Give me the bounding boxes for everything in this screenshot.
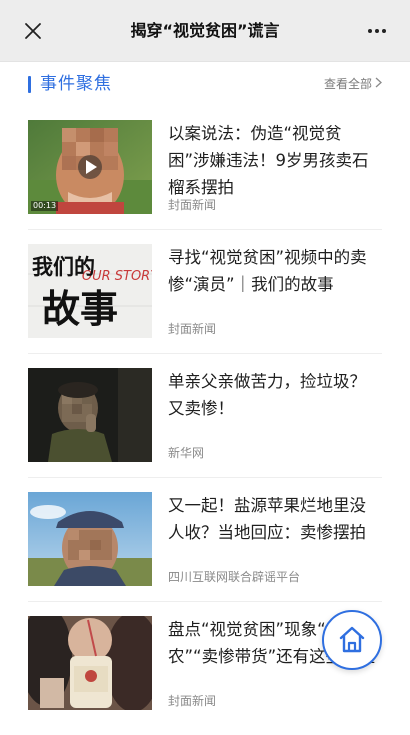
section-title: 事件聚焦 bbox=[40, 74, 112, 94]
news-source: 封面新闻 bbox=[168, 198, 217, 212]
news-source: 封面新闻 bbox=[168, 322, 217, 336]
more-dots-icon[interactable] bbox=[362, 16, 392, 46]
news-source: 封面新闻 bbox=[168, 694, 217, 708]
news-item[interactable]: 又一起！盐源苹果烂地里没人收？当地回应：卖惨摆拍 四川互联网联合辟谣平台 bbox=[28, 478, 382, 602]
news-source: 四川互联网联合辟谣平台 bbox=[168, 570, 301, 584]
home-button[interactable] bbox=[322, 610, 382, 670]
close-icon[interactable] bbox=[18, 16, 48, 46]
news-item[interactable]: 单亲父亲做苦力，捡垃圾？又卖惨！ 新华网 bbox=[28, 354, 382, 478]
photo-thumbnail bbox=[28, 368, 152, 462]
news-title: 单亲父亲做苦力，捡垃圾？又卖惨！ bbox=[168, 372, 366, 418]
view-all-label: 查看全部 bbox=[323, 77, 372, 91]
news-source: 新华网 bbox=[168, 446, 205, 460]
home-icon bbox=[339, 626, 365, 653]
page: 揭穿“视觉贫困”谎言 事件聚焦 查看全部 00:13 以案说法：伪造“视觉贫困”… bbox=[0, 0, 410, 735]
news-title: 以案说法：伪造“视觉贫困”涉嫌违法！9岁男孩卖石榴系摆拍 bbox=[168, 124, 369, 197]
news-title: 又一起！盐源苹果烂地里没人收？当地回应：卖惨摆拍 bbox=[168, 496, 366, 542]
news-title: 寻找“视觉贫困”视频中的卖惨“演员”｜我们的故事 bbox=[168, 248, 367, 294]
view-all-link[interactable]: 查看全部 bbox=[324, 62, 382, 106]
photo-thumbnail bbox=[28, 616, 152, 710]
chevron-right-icon bbox=[375, 62, 382, 106]
video-thumbnail: 00:13 bbox=[28, 120, 152, 214]
news-item[interactable]: OUR STORY 我们的 故事 寻找“视觉贫困”视频中的卖惨“演员”｜我们的故… bbox=[28, 230, 382, 354]
video-duration: 00:13 bbox=[31, 201, 59, 211]
section-accent-bar bbox=[28, 76, 31, 93]
section-header: 事件聚焦 查看全部 bbox=[28, 62, 382, 106]
graphic-thumbnail: OUR STORY 我们的 故事 bbox=[28, 244, 152, 338]
page-title: 揭穿“视觉贫困”谎言 bbox=[130, 21, 280, 40]
photo-thumbnail bbox=[28, 492, 152, 586]
thumb-title-line2: 故事 bbox=[42, 286, 118, 331]
thumb-title-line1: 我们的 bbox=[32, 255, 95, 279]
top-navbar: 揭穿“视觉贫困”谎言 bbox=[0, 0, 410, 62]
news-item[interactable]: 00:13 以案说法：伪造“视觉贫困”涉嫌违法！9岁男孩卖石榴系摆拍 封面新闻 bbox=[28, 106, 382, 230]
